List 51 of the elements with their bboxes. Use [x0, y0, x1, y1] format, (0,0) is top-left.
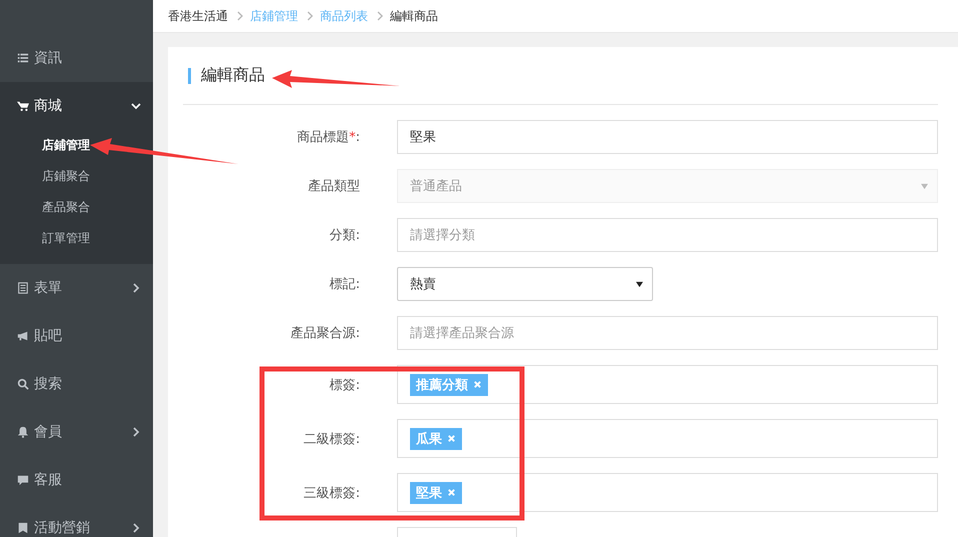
field-label: 二級標簽: — [304, 432, 360, 446]
field-label: 三級標簽: — [304, 486, 360, 500]
search-icon — [17, 378, 29, 390]
field-label: 產品類型 — [308, 179, 360, 194]
field-label: 產品聚合源: — [290, 326, 360, 341]
caret-icon — [635, 280, 644, 288]
field-label: 標記: — [330, 277, 360, 292]
caret-icon — [920, 182, 929, 190]
bell-icon — [17, 426, 29, 438]
tag-label: 堅果 — [416, 484, 442, 502]
remove-icon[interactable] — [473, 380, 482, 389]
input-field[interactable]: 請選擇分類 — [397, 218, 938, 252]
page-title: 編輯商品 — [201, 65, 265, 86]
tag-label: 瓜果 — [416, 430, 442, 448]
submenu-item[interactable]: 訂單管理 — [0, 223, 90, 254]
input-field[interactable]: 堅果 — [397, 120, 938, 154]
sidebar-item[interactable]: 搜索 — [0, 360, 153, 408]
bookmark-icon — [17, 522, 29, 534]
chevron-right-icon — [131, 427, 141, 437]
sidebar-item[interactable]: 商城 — [0, 82, 153, 130]
tag-label: 推薦分類 — [416, 376, 468, 394]
sidebar-item[interactable]: 貼吧 — [0, 312, 153, 360]
remove-icon[interactable] — [447, 488, 456, 497]
submenu-item[interactable]: 產品聚合 — [0, 192, 90, 223]
remove-icon[interactable] — [447, 434, 456, 443]
field-label: 分類: — [330, 228, 360, 243]
field-label: 商品標題*: — [297, 130, 360, 145]
chevron-down-icon — [131, 101, 141, 111]
list-icon — [17, 52, 29, 64]
breadcrumb-text: 編輯商品 — [390, 8, 438, 24]
input-field[interactable]: 請選擇產品聚合源 — [397, 316, 938, 350]
chevron-right-icon — [376, 11, 384, 21]
chevron-right-icon — [131, 523, 141, 533]
cart-icon — [17, 100, 29, 112]
select-field[interactable]: 熱賣 — [397, 267, 653, 301]
sidebar-item[interactable]: 表單 — [0, 264, 153, 312]
chevron-right-icon — [131, 283, 141, 293]
megaphone-icon — [17, 330, 29, 342]
document-icon — [17, 282, 29, 294]
sidebar-item[interactable]: 會員 — [0, 408, 153, 456]
field-label: 標簽: — [330, 378, 360, 392]
sidebar-item[interactable]: 活動營銷 — [0, 504, 153, 537]
title-accent — [188, 68, 191, 84]
chevron-right-icon — [236, 11, 244, 21]
submenu-item[interactable]: 店鋪管理 — [0, 130, 90, 161]
chat-icon — [17, 474, 29, 486]
submenu-item[interactable]: 店鋪聚合 — [0, 161, 90, 192]
breadcrumb-text: 香港生活通 — [168, 8, 228, 24]
sidebar-item[interactable]: 客服 — [0, 456, 153, 504]
sidebar-item[interactable]: 資訊 — [0, 34, 153, 82]
chevron-right-icon — [306, 11, 314, 21]
